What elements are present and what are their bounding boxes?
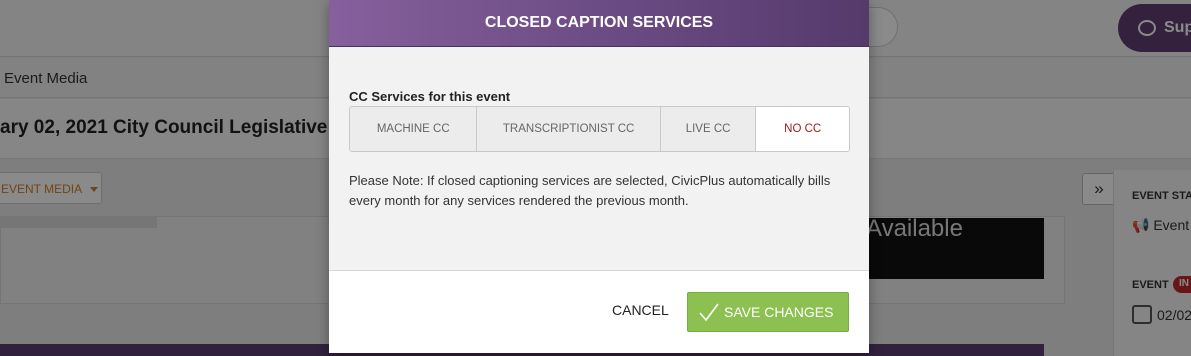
save-changes-label: SAVE CHANGES (724, 304, 834, 320)
billing-note: Please Note: If closed captioning servic… (349, 173, 831, 208)
closed-caption-modal: CLOSED CAPTION SERVICES CC Services for … (329, 0, 869, 353)
cancel-button[interactable]: CANCEL (612, 302, 669, 318)
cc-option-machine[interactable]: MACHINE CC (350, 107, 478, 151)
cc-services-label: CC Services for this event (349, 89, 511, 104)
checkmark-icon (698, 301, 719, 323)
cc-option-transcriptionist[interactable]: TRANSCRIPTIONIST CC (477, 107, 661, 151)
cc-options-group: MACHINE CC TRANSCRIPTIONIST CC LIVE CC N… (349, 106, 850, 152)
cc-option-live[interactable]: LIVE CC (660, 107, 757, 151)
cc-option-no-cc[interactable]: NO CC (756, 107, 849, 151)
save-changes-button[interactable]: SAVE CHANGES (687, 292, 849, 332)
modal-title: CLOSED CAPTION SERVICES (329, 0, 869, 47)
modal-footer: CANCEL SAVE CHANGES (329, 271, 869, 353)
modal-body: CC Services for this event MACHINE CC TR… (329, 47, 869, 271)
